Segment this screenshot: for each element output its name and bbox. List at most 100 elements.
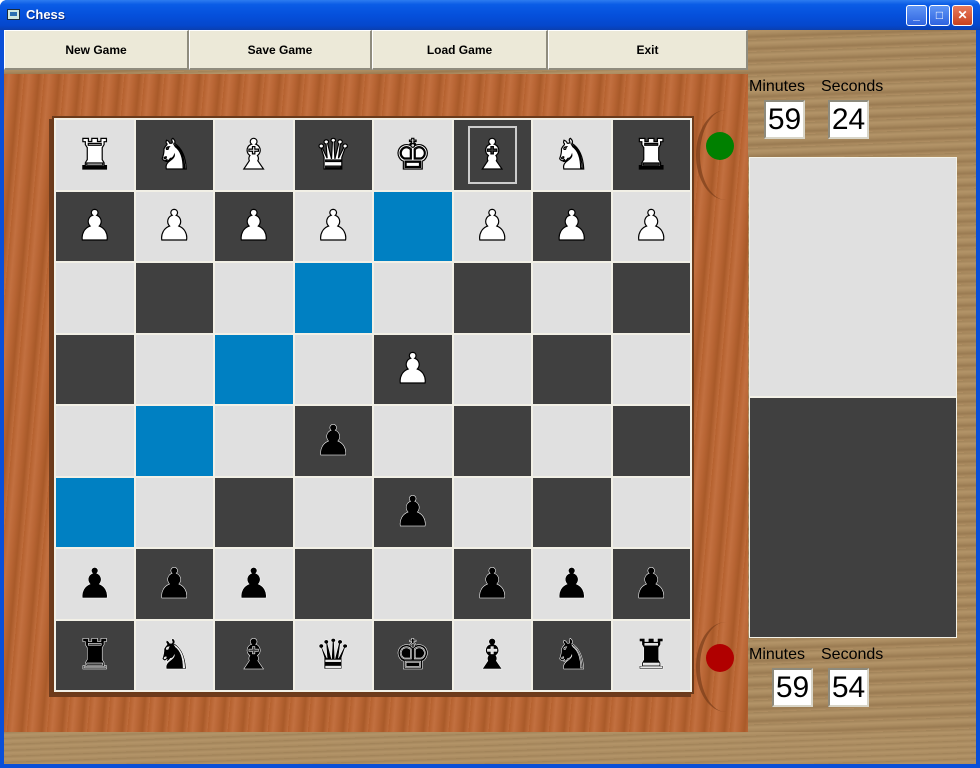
board-square[interactable] bbox=[374, 263, 452, 333]
board-square[interactable] bbox=[294, 477, 372, 547]
board-square[interactable] bbox=[453, 406, 531, 476]
black-pawn-icon[interactable]: ♟ bbox=[76, 562, 114, 605]
white-king-icon[interactable]: ♚ bbox=[393, 133, 432, 176]
board-square[interactable]: ♝ bbox=[453, 620, 531, 690]
board-square[interactable] bbox=[612, 334, 690, 404]
board-square[interactable]: ♞ bbox=[135, 120, 213, 190]
board-square[interactable]: ♟ bbox=[294, 191, 372, 261]
black-queen-icon[interactable]: ♛ bbox=[314, 634, 352, 677]
board-square[interactable]: ♟ bbox=[135, 549, 213, 619]
black-rook-icon[interactable]: ♜ bbox=[76, 634, 114, 677]
board-square[interactable] bbox=[215, 406, 293, 476]
board-square[interactable]: ♟ bbox=[612, 191, 690, 261]
board-square[interactable] bbox=[294, 263, 372, 333]
white-pawn-icon[interactable]: ♟ bbox=[314, 204, 353, 247]
white-rook-icon[interactable]: ♜ bbox=[632, 133, 671, 176]
board-square[interactable] bbox=[56, 334, 134, 404]
white-bishop-icon[interactable]: ♝ bbox=[473, 133, 512, 176]
board-square[interactable] bbox=[215, 477, 293, 547]
white-pawn-icon[interactable]: ♟ bbox=[393, 347, 432, 390]
board-square[interactable] bbox=[135, 477, 213, 547]
board-square[interactable] bbox=[453, 477, 531, 547]
black-pawn-icon[interactable]: ♟ bbox=[394, 491, 432, 534]
board-square[interactable] bbox=[533, 263, 611, 333]
board-square[interactable]: ♝ bbox=[215, 620, 293, 690]
white-knight-icon[interactable]: ♞ bbox=[552, 133, 591, 176]
black-pawn-icon[interactable]: ♟ bbox=[235, 562, 273, 605]
board-square[interactable]: ♞ bbox=[533, 120, 611, 190]
board-square[interactable]: ♛ bbox=[294, 120, 372, 190]
board-square[interactable]: ♝ bbox=[215, 120, 293, 190]
white-knight-icon[interactable]: ♞ bbox=[155, 133, 194, 176]
black-pawn-icon[interactable]: ♟ bbox=[314, 419, 352, 462]
board-square[interactable] bbox=[294, 334, 372, 404]
board-square[interactable] bbox=[374, 549, 452, 619]
board-square[interactable] bbox=[215, 263, 293, 333]
exit-button[interactable]: Exit bbox=[548, 30, 748, 70]
close-button[interactable]: ✕ bbox=[952, 5, 973, 26]
board-square[interactable] bbox=[135, 334, 213, 404]
chess-board[interactable]: ♜ ♞ ♝ ♛ ♚ ♝ ♞ ♜ ♟ ♟ ♟ ♟ ♟ ♟ ♟ ♟ ♟ ♟ ♟ ♟ ♟ ♟ ♟ ♟ ♜ ♞ ♝ ♛ ♚ ♝ ♞ ♜ bbox=[52, 116, 694, 694]
board-square[interactable] bbox=[56, 477, 134, 547]
board-square[interactable]: ♟ bbox=[294, 406, 372, 476]
black-pawn-icon[interactable]: ♟ bbox=[473, 562, 511, 605]
board-square[interactable] bbox=[533, 406, 611, 476]
board-square[interactable]: ♟ bbox=[215, 549, 293, 619]
white-pawn-icon[interactable]: ♟ bbox=[473, 204, 512, 247]
black-pawn-icon[interactable]: ♟ bbox=[155, 562, 193, 605]
board-square[interactable] bbox=[453, 263, 531, 333]
black-pawn-icon[interactable]: ♟ bbox=[632, 562, 670, 605]
white-pawn-icon[interactable]: ♟ bbox=[632, 204, 671, 247]
board-square[interactable] bbox=[56, 263, 134, 333]
board-square[interactable] bbox=[294, 549, 372, 619]
black-bishop-icon[interactable]: ♝ bbox=[235, 634, 273, 677]
board-square[interactable] bbox=[453, 334, 531, 404]
load-game-button[interactable]: Load Game bbox=[372, 30, 548, 70]
board-square[interactable] bbox=[374, 191, 452, 261]
board-square[interactable]: ♟ bbox=[453, 549, 531, 619]
board-square[interactable]: ♜ bbox=[56, 620, 134, 690]
board-square[interactable] bbox=[612, 406, 690, 476]
black-pawn-icon[interactable]: ♟ bbox=[553, 562, 591, 605]
white-bishop-icon[interactable]: ♝ bbox=[234, 133, 273, 176]
black-knight-icon[interactable]: ♞ bbox=[155, 634, 193, 677]
title-bar[interactable]: Chess _ □ ✕ bbox=[0, 0, 980, 30]
board-square[interactable]: ♞ bbox=[533, 620, 611, 690]
board-square[interactable] bbox=[56, 406, 134, 476]
board-square[interactable]: ♟ bbox=[374, 334, 452, 404]
board-square[interactable] bbox=[135, 263, 213, 333]
board-square[interactable] bbox=[135, 406, 213, 476]
white-pawn-icon[interactable]: ♟ bbox=[552, 204, 591, 247]
board-square[interactable] bbox=[533, 334, 611, 404]
save-game-button[interactable]: Save Game bbox=[189, 30, 372, 70]
board-square[interactable]: ♟ bbox=[56, 191, 134, 261]
white-pawn-icon[interactable]: ♟ bbox=[234, 204, 273, 247]
black-rook-icon[interactable]: ♜ bbox=[632, 634, 670, 677]
board-square[interactable]: ♟ bbox=[533, 549, 611, 619]
board-square[interactable]: ♜ bbox=[612, 120, 690, 190]
minimize-button[interactable]: _ bbox=[906, 5, 927, 26]
board-square[interactable] bbox=[533, 477, 611, 547]
board-square[interactable]: ♟ bbox=[453, 191, 531, 261]
board-square[interactable]: ♚ bbox=[374, 620, 452, 690]
white-pawn-icon[interactable]: ♟ bbox=[75, 204, 114, 247]
board-square[interactable]: ♝ bbox=[453, 120, 531, 190]
board-square[interactable]: ♚ bbox=[374, 120, 452, 190]
board-square[interactable]: ♟ bbox=[56, 549, 134, 619]
board-square[interactable]: ♞ bbox=[135, 620, 213, 690]
white-rook-icon[interactable]: ♜ bbox=[75, 133, 114, 176]
board-square[interactable]: ♛ bbox=[294, 620, 372, 690]
board-square[interactable] bbox=[612, 477, 690, 547]
maximize-button[interactable]: □ bbox=[929, 5, 950, 26]
board-square[interactable]: ♟ bbox=[374, 477, 452, 547]
board-square[interactable]: ♜ bbox=[56, 120, 134, 190]
new-game-button[interactable]: New Game bbox=[4, 30, 189, 70]
board-square[interactable] bbox=[374, 406, 452, 476]
board-square[interactable]: ♟ bbox=[612, 549, 690, 619]
board-square[interactable] bbox=[215, 334, 293, 404]
board-square[interactable]: ♟ bbox=[215, 191, 293, 261]
black-king-icon[interactable]: ♚ bbox=[394, 634, 432, 677]
black-bishop-icon[interactable]: ♝ bbox=[473, 634, 511, 677]
white-pawn-icon[interactable]: ♟ bbox=[155, 204, 194, 247]
black-knight-icon[interactable]: ♞ bbox=[553, 634, 591, 677]
